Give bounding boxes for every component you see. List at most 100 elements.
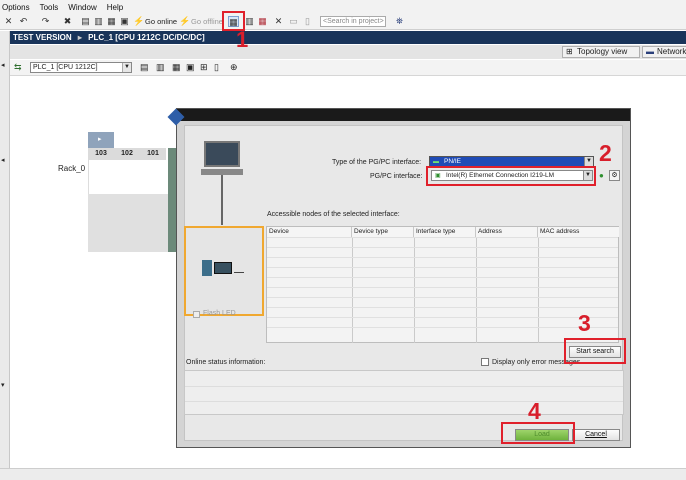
display-errors-checkbox[interactable] bbox=[481, 358, 489, 366]
chevron-down-icon[interactable]: ▼ bbox=[122, 63, 131, 72]
close-icon[interactable]: ✕ bbox=[3, 16, 14, 27]
collapse-left-icon[interactable]: ◂ bbox=[1, 61, 8, 69]
accessible-devices-icon[interactable]: ▦ bbox=[228, 16, 239, 27]
split-vertical-icon[interactable]: ▯ bbox=[302, 16, 313, 27]
simulation-icon[interactable]: ▣ bbox=[119, 16, 130, 27]
ethernet-icon: ▣ bbox=[435, 173, 441, 179]
column-device-type[interactable]: Device type bbox=[352, 227, 414, 237]
go-online-icon[interactable]: ⚡ bbox=[133, 16, 144, 27]
undo-icon[interactable]: ↶ bbox=[18, 16, 29, 27]
menu-help[interactable]: Help bbox=[107, 3, 123, 12]
cross-reference-icon[interactable]: ✕ bbox=[273, 16, 284, 27]
table-row[interactable] bbox=[267, 307, 618, 317]
layout-icon[interactable]: ⊞ bbox=[200, 62, 208, 73]
expand-left-icon[interactable]: ◂ bbox=[1, 156, 8, 164]
rack-label: Rack_0 bbox=[58, 164, 86, 173]
plc-module[interactable] bbox=[168, 148, 176, 252]
go-offline-button[interactable]: Go offline bbox=[191, 17, 223, 26]
pgpc-type-value: PN/IE bbox=[444, 158, 461, 165]
column-address[interactable]: Address bbox=[476, 227, 538, 237]
device-link-line bbox=[234, 272, 244, 273]
online-status-label: Online status information: bbox=[186, 359, 266, 366]
view-tabs-bar: ⊞ Topology view ▬ Network bbox=[10, 45, 686, 59]
zoom-icon[interactable]: ⊕ bbox=[230, 62, 238, 73]
pnie-icon: ▬ bbox=[433, 159, 439, 165]
grid-icon[interactable]: ▦ bbox=[172, 62, 181, 73]
load-button[interactable]: Load bbox=[515, 429, 569, 441]
breadcrumb: PLC_1 [CPU 1212C DC/DC/DC] bbox=[88, 33, 205, 42]
accessible-nodes-table[interactable]: Device Device type Interface type Addres… bbox=[266, 226, 619, 343]
rack-body bbox=[88, 194, 176, 252]
status-row-divider bbox=[185, 401, 623, 402]
table-row[interactable] bbox=[267, 317, 618, 327]
menu-tools[interactable]: Tools bbox=[40, 3, 59, 12]
table-row[interactable] bbox=[267, 327, 618, 337]
compile-icon[interactable]: ▤ bbox=[80, 16, 91, 27]
rack-slot-header: ▸ bbox=[88, 132, 114, 148]
left-tool-strip: ◂ ◂ ▾ bbox=[0, 31, 10, 480]
search-input[interactable]: <Search in project> bbox=[320, 16, 386, 27]
table-icon[interactable]: ▥ bbox=[156, 62, 165, 73]
go-online-button[interactable]: Go online bbox=[145, 17, 177, 26]
dialog-title-bar bbox=[177, 109, 630, 121]
start-search-button[interactable]: Start search bbox=[569, 346, 621, 358]
chevron-down-icon[interactable]: ▼ bbox=[584, 157, 593, 166]
plc-device-icon bbox=[202, 260, 212, 276]
column-device[interactable]: Device bbox=[267, 227, 352, 237]
online-status-area bbox=[184, 370, 624, 415]
column-interface-type[interactable]: Interface type bbox=[414, 227, 476, 237]
annotation-number-3: 3 bbox=[578, 310, 591, 336]
column-mac-address[interactable]: MAC address bbox=[538, 227, 619, 237]
split-horizontal-icon[interactable]: ▭ bbox=[288, 16, 299, 27]
pgpc-type-select[interactable]: ▬ PN/IE ▼ bbox=[429, 156, 594, 167]
redo-icon[interactable]: ↷ bbox=[40, 16, 51, 27]
pgpc-interface-value: Intel(R) Ethernet Connection I219-LM bbox=[446, 172, 555, 179]
table-row[interactable] bbox=[267, 297, 618, 307]
annotation-number-4: 4 bbox=[528, 398, 541, 424]
table-row[interactable] bbox=[267, 257, 618, 267]
version-label: TEST VERSION bbox=[13, 33, 72, 42]
accessible-nodes-label: Accessible nodes of the selected interfa… bbox=[267, 211, 400, 218]
stop-cpu-icon[interactable]: ▦ bbox=[257, 16, 268, 27]
binoculars-icon[interactable]: ⛯ bbox=[394, 16, 405, 27]
status-row-divider bbox=[185, 386, 623, 387]
interface-properties-icon[interactable]: ⚙ bbox=[609, 170, 620, 181]
device-select[interactable]: PLC_1 [CPU 1212C] ▼ bbox=[30, 62, 132, 73]
network-icon: ▬ bbox=[646, 47, 654, 56]
cancel-button[interactable]: Cancel bbox=[572, 429, 620, 441]
device-icon[interactable]: ⇆ bbox=[14, 62, 22, 73]
table-row[interactable] bbox=[267, 247, 618, 257]
tab-topology-view[interactable]: ⊞ Topology view bbox=[562, 46, 640, 58]
start-cpu-icon[interactable]: ▥ bbox=[244, 16, 255, 27]
upload-icon[interactable]: ▦ bbox=[106, 16, 117, 27]
pgpc-interface-select[interactable]: ▣ Intel(R) Ethernet Connection I219-LM ▼ bbox=[431, 170, 593, 181]
go-offline-icon[interactable]: ⚡ bbox=[179, 16, 190, 27]
connection-status-icon: ● bbox=[599, 171, 604, 180]
table-row[interactable] bbox=[267, 267, 618, 277]
delete-icon[interactable]: ✖ bbox=[62, 16, 73, 27]
grid-snap-icon[interactable]: ▣ bbox=[186, 62, 195, 73]
menu-options[interactable]: Options bbox=[2, 3, 30, 12]
rack-slot-103: 103 bbox=[88, 148, 114, 160]
page-icon[interactable]: ▯ bbox=[214, 62, 219, 73]
pc-monitor-icon bbox=[204, 141, 240, 167]
table-row[interactable] bbox=[267, 287, 618, 297]
extended-download-dialog: Type of the PG/PC interface: ▬ PN/IE ▼ P… bbox=[167, 108, 631, 448]
rack-slot-101: 101 bbox=[140, 148, 166, 160]
flash-led-checkbox[interactable] bbox=[193, 311, 200, 318]
menu-window[interactable]: Window bbox=[68, 3, 96, 12]
scroll-down-icon[interactable]: ▾ bbox=[1, 381, 8, 389]
tab-network-label: Network bbox=[657, 47, 686, 56]
network-view-icon[interactable]: ▤ bbox=[140, 62, 149, 73]
flash-led-label: Flash LED bbox=[203, 310, 236, 317]
annotation-number-1: 1 bbox=[236, 27, 249, 52]
rack-arrow-icon[interactable]: ▸ bbox=[98, 135, 102, 143]
device-view-toolbar: ⇆ PLC_1 [CPU 1212C] ▼ ▤ ▥ ▦ ▣ ⊞ ▯ ⊕ bbox=[10, 60, 686, 76]
connection-line bbox=[221, 175, 223, 225]
table-row[interactable] bbox=[267, 277, 618, 287]
rack-slots-area bbox=[88, 160, 176, 194]
download-icon[interactable]: ▥ bbox=[93, 16, 104, 27]
tab-network-view[interactable]: ▬ Network bbox=[642, 46, 686, 58]
table-row[interactable] bbox=[267, 237, 618, 247]
chevron-down-icon[interactable]: ▼ bbox=[583, 171, 592, 180]
